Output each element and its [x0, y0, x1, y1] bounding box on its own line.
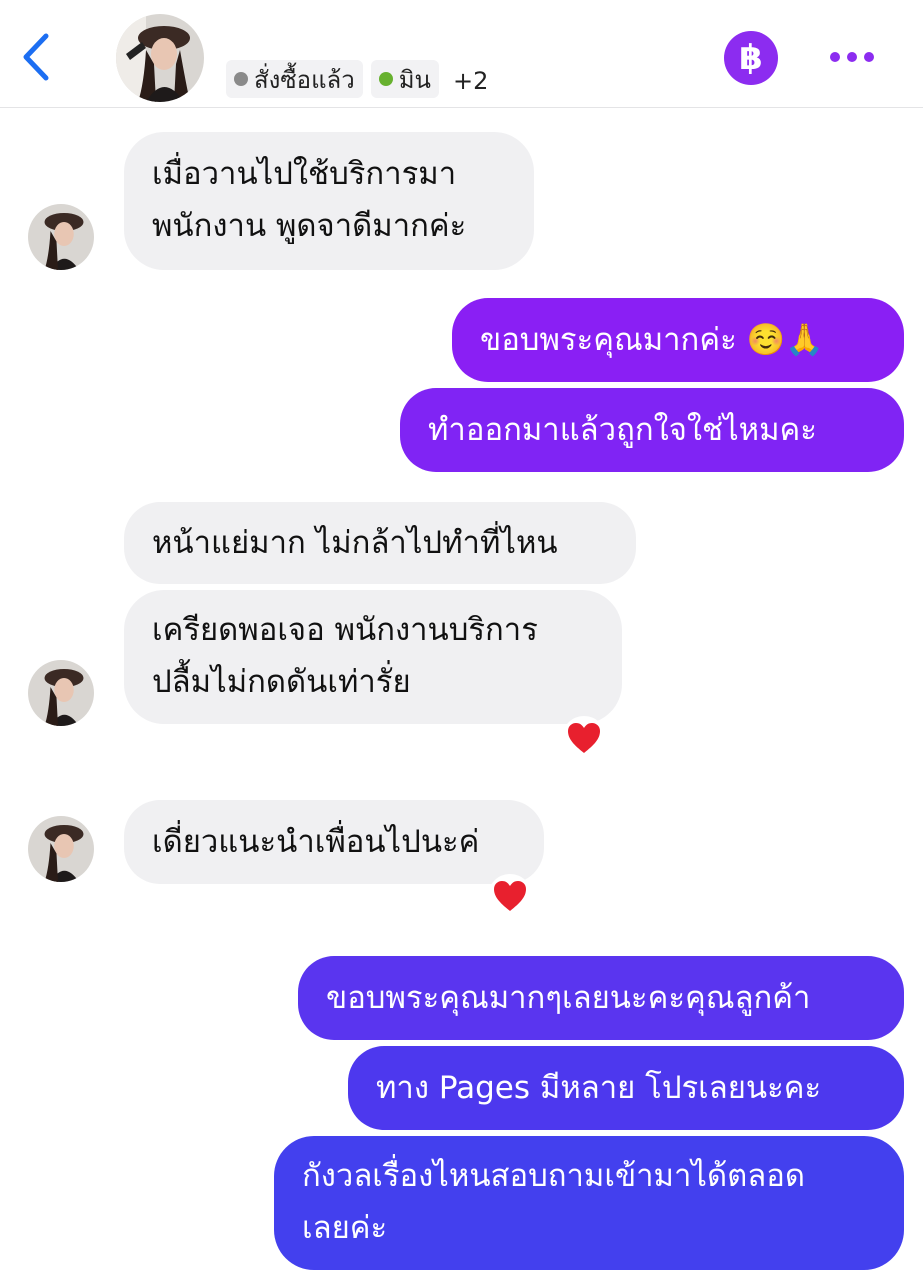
tag-label: สั่งซื้อแล้ว — [254, 65, 355, 94]
outgoing-message[interactable]: ทาง Pages มีหลาย โปรเลยนะคะ — [348, 1046, 904, 1130]
customer-avatar — [28, 204, 94, 270]
baht-icon: ฿ — [739, 38, 763, 78]
outgoing-message[interactable]: กังวลเรื่องไหนสอบถามเข้ามาได้ตลอด เลยค่ะ — [274, 1136, 904, 1270]
more-tags-count[interactable]: +2 — [447, 60, 494, 102]
heart-icon — [568, 723, 600, 753]
payment-button[interactable]: ฿ — [724, 31, 778, 85]
message-line: ปลื้มไม่กดดันเท่ารั่ย — [152, 664, 411, 700]
message-line: ทาง Pages มีหลาย โปรเลยนะคะ — [376, 1070, 822, 1106]
customer-avatar — [28, 816, 94, 882]
message-line: ขอบพระคุณมากค่ะ ☺️🙏 — [480, 322, 824, 358]
dot-icon — [864, 52, 874, 62]
more-options-button[interactable] — [830, 44, 880, 70]
outgoing-message[interactable]: ทำออกมาแล้วถูกใจใช่ไหมคะ — [400, 388, 904, 472]
heart-icon — [494, 881, 526, 911]
message-line: หน้าแย่มาก ไม่กล้าไปทำที่ไหน — [152, 525, 558, 561]
incoming-message[interactable]: เครียดพอเจอ พนักงานบริการ ปลื้มไม่กดดันเ… — [124, 590, 622, 724]
message-line: ขอบพระคุณมากๆเลยนะคะคุณลูกค้า — [326, 980, 811, 1016]
heart-reaction[interactable] — [562, 716, 606, 760]
incoming-message[interactable]: เมื่อวานไปใช้บริการมา พนักงาน พูดจาดีมาก… — [124, 132, 534, 270]
tag-label: มิน — [398, 65, 431, 94]
tag-dot-icon — [234, 72, 248, 86]
incoming-message[interactable]: เดี่ยวแนะนำเพื่อนไปนะค่ — [124, 800, 544, 884]
message-line: เครียดพอเจอ พนักงานบริการ — [152, 612, 538, 648]
message-line: กังวลเรื่องไหนสอบถามเข้ามาได้ตลอด — [302, 1158, 805, 1194]
label-tags: สั่งซื้อแล้ว มิน +2 — [226, 60, 494, 102]
heart-reaction[interactable] — [488, 874, 532, 918]
message-line: ทำออกมาแล้วถูกใจใช่ไหมคะ — [428, 412, 817, 448]
dot-icon — [830, 52, 840, 62]
tag-dot-icon — [378, 72, 393, 86]
chevron-left-icon — [23, 33, 49, 81]
contact-name — [228, 12, 568, 34]
message-line: เดี่ยวแนะนำเพื่อนไปนะค่ — [152, 824, 480, 860]
customer-avatar — [28, 660, 94, 726]
conversation-header: สั่งซื้อแล้ว มิน +2 ฿ — [0, 0, 923, 108]
tag-min[interactable]: มิน — [370, 60, 439, 98]
back-button[interactable] — [18, 30, 54, 84]
outgoing-message[interactable]: ขอบพระคุณมากๆเลยนะคะคุณลูกค้า — [298, 956, 904, 1040]
dot-icon — [847, 52, 857, 62]
message-line: เมื่อวานไปใช้บริการมา — [152, 156, 457, 192]
message-line: พนักงาน พูดจาดีมากค่ะ — [152, 208, 467, 244]
outgoing-message[interactable]: ขอบพระคุณมากค่ะ ☺️🙏 — [452, 298, 904, 382]
message-line: เลยค่ะ — [302, 1210, 388, 1246]
tag-ordered[interactable]: สั่งซื้อแล้ว — [226, 60, 363, 98]
incoming-message[interactable]: หน้าแย่มาก ไม่กล้าไปทำที่ไหน — [124, 502, 636, 584]
contact-avatar[interactable] — [116, 14, 204, 102]
